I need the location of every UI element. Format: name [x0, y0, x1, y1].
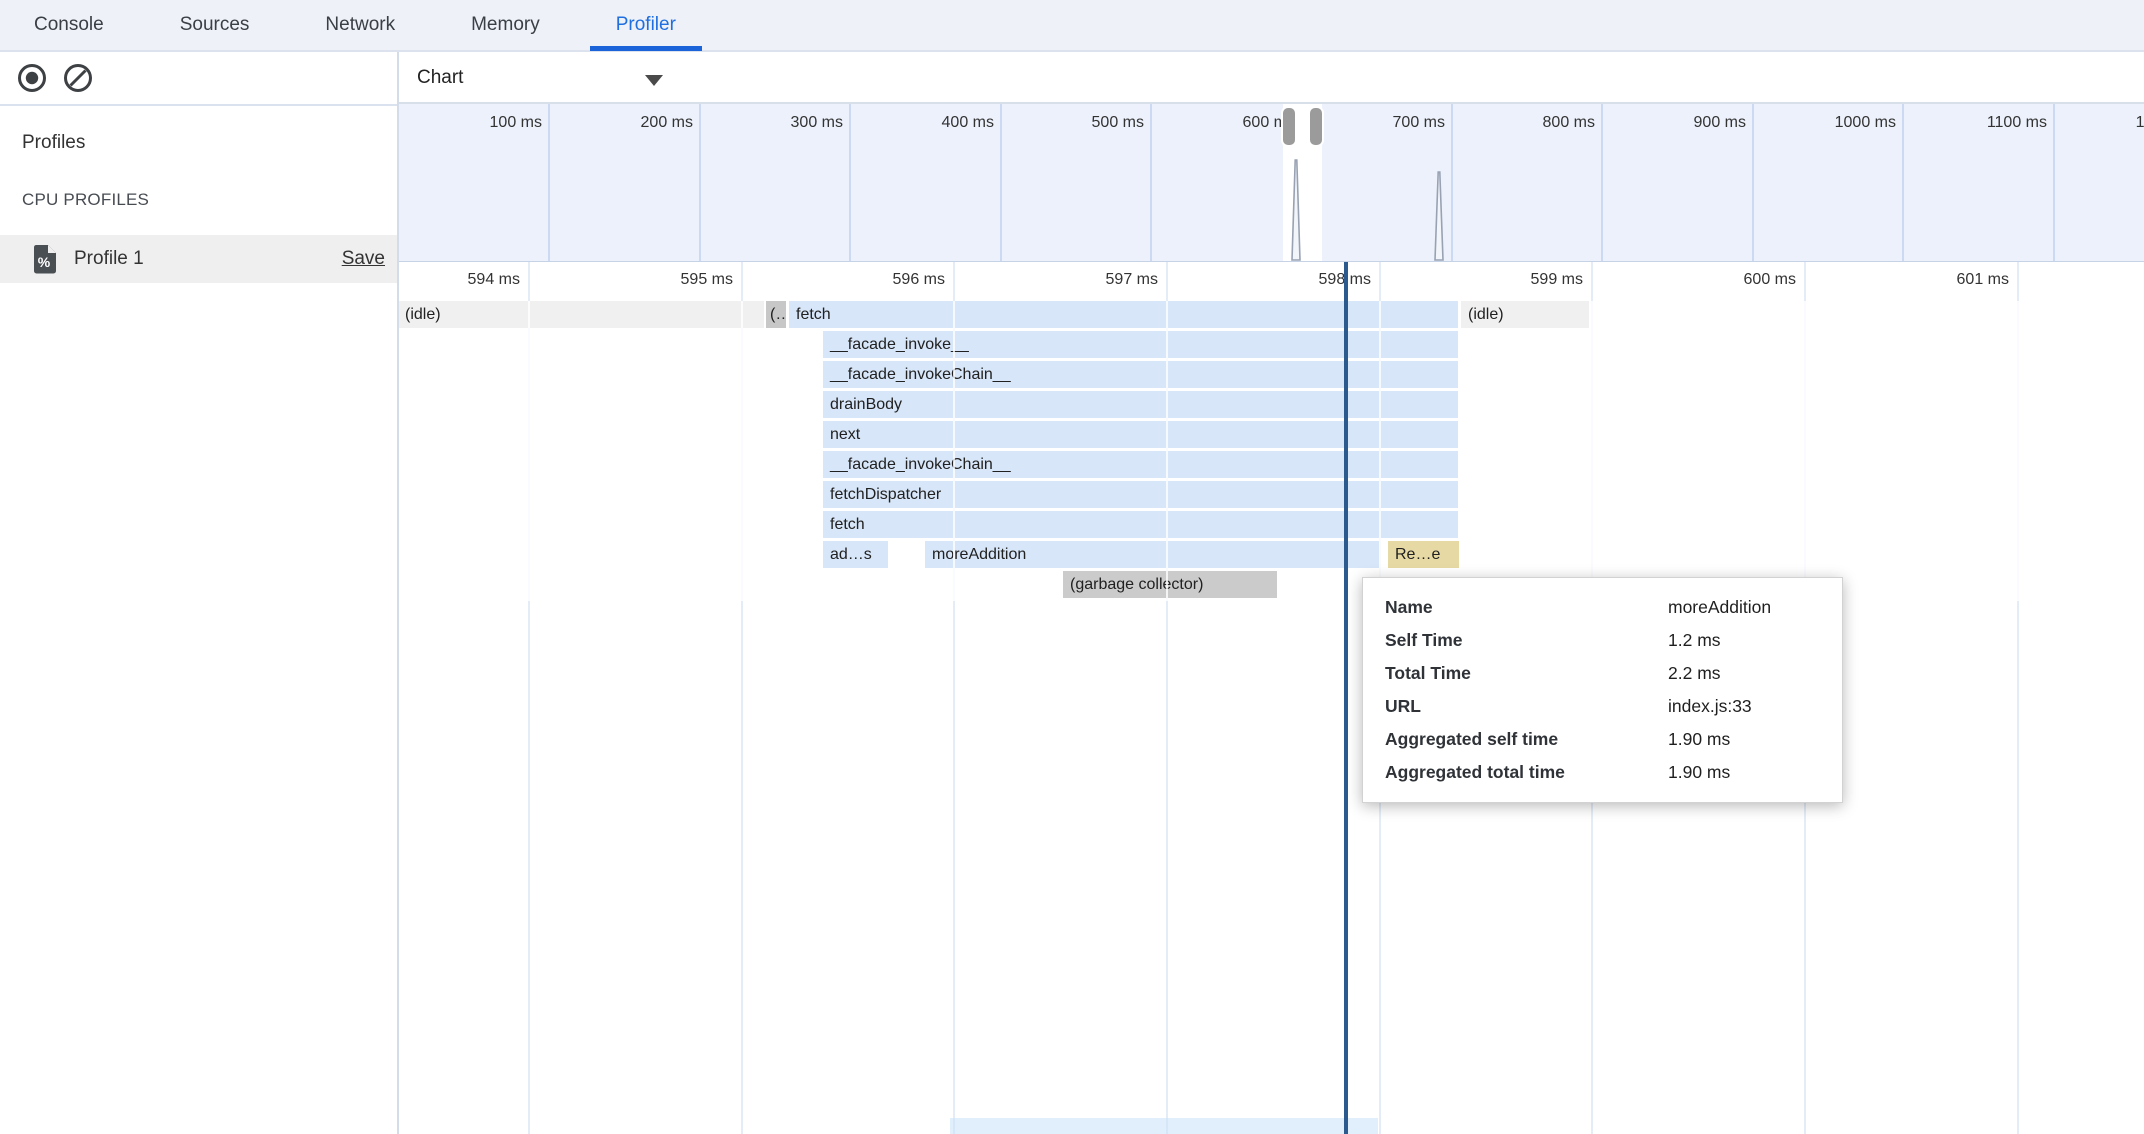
ruler-tick-label: 599 ms: [1423, 266, 1583, 294]
frame-details-tooltip: NamemoreAdditionSelf Time1.2 msTotal Tim…: [1362, 577, 1843, 803]
flame-frame-idle[interactable]: (idle): [399, 301, 764, 328]
flame-frame[interactable]: next: [823, 421, 1458, 448]
save-profile-link[interactable]: Save: [342, 235, 385, 283]
tooltip-value: 2.2 ms: [1668, 657, 1721, 690]
devtools-tab-bar: Console Sources Network Memory Profiler: [0, 0, 2144, 52]
detail-gridline-overlay: [741, 301, 743, 601]
record-icon: [20, 66, 45, 91]
tooltip-row: Self Time 1.2 ms: [1363, 624, 1842, 657]
tooltip-value: 1.90 ms: [1668, 756, 1730, 789]
tab-network[interactable]: Network: [299, 0, 421, 51]
profile-overview-timeline[interactable]: 100 ms200 ms300 ms400 ms500 ms600 ms700 …: [399, 104, 2144, 263]
tooltip-label: URL: [1385, 690, 1421, 723]
flame-frame[interactable]: fetch: [789, 301, 1458, 328]
flame-frame[interactable]: drainBody: [823, 391, 1458, 418]
svg-text:%: %: [38, 254, 51, 270]
tooltip-label: Aggregated total time: [1385, 756, 1565, 789]
detail-gridline-overlay: [1591, 301, 1593, 601]
cpu-profiles-section-header: CPU PROFILES: [22, 190, 149, 210]
tooltip-row: Name moreAddition: [1363, 591, 1842, 624]
flame-frame[interactable]: __facade_invokeChain__: [823, 451, 1458, 478]
flame-frame[interactable]: fetchDispatcher: [823, 481, 1458, 508]
tooltip-value: 1.2 ms: [1668, 624, 1721, 657]
detail-gridline-overlay: [1166, 301, 1168, 601]
detail-gridline-overlay: [1804, 301, 1806, 601]
view-mode-value: Chart: [417, 52, 463, 104]
ruler-tick-label: 600 ms: [1636, 266, 1796, 294]
flame-frame[interactable]: fetch: [823, 511, 1458, 538]
tooltip-value: 1.90 ms: [1668, 723, 1730, 756]
chart-toolbar: Chart: [399, 52, 2144, 104]
selection-handle-right[interactable]: [1310, 108, 1322, 145]
tooltip-label: Name: [1385, 591, 1433, 624]
tooltip-row: Total Time 2.2 ms: [1363, 657, 1842, 690]
tab-console[interactable]: Console: [8, 0, 130, 51]
tab-profiler[interactable]: Profiler: [590, 0, 702, 51]
sidebar-item-profile-1[interactable]: % Profile 1 Save: [0, 235, 397, 283]
tooltip-row: URL index.js:33: [1363, 690, 1842, 723]
flame-frame-gc[interactable]: (garbage collector): [1063, 571, 1277, 598]
profile-document-icon: %: [32, 244, 58, 274]
selected-range-strip: [950, 1118, 1378, 1134]
tooltip-row: Aggregated total time 1.90 ms: [1363, 756, 1842, 789]
ruler-tick-label: 596 ms: [785, 266, 945, 294]
flame-frame[interactable]: __facade_invoke__: [823, 331, 1458, 358]
sidebar-toolbar-divider: [0, 104, 397, 106]
tooltip-value: index.js:33: [1668, 690, 1752, 723]
flame-frame[interactable]: moreAddition: [925, 541, 1379, 568]
tooltip-label: Total Time: [1385, 657, 1471, 690]
tooltip-row: Aggregated self time 1.90 ms: [1363, 723, 1842, 756]
flame-frame-highlight[interactable]: Re…e: [1388, 541, 1459, 568]
record-profile-button[interactable]: [15, 61, 49, 95]
detail-gridline-overlay: [2017, 301, 2019, 601]
view-mode-select[interactable]: Chart: [417, 52, 657, 104]
cpu-activity-spikes: [399, 104, 2144, 261]
clear-icon: [66, 66, 91, 91]
tab-memory[interactable]: Memory: [445, 0, 566, 51]
profiler-controls-row: [0, 52, 397, 104]
selection-handle-left[interactable]: [1283, 108, 1295, 145]
detail-gridline-overlay: [1379, 301, 1381, 601]
profile-name: Profile 1: [74, 235, 144, 283]
ruler-tick-label: 597 ms: [998, 266, 1158, 294]
detail-gridline-overlay: [953, 301, 955, 601]
flame-frame-trunc[interactable]: (…: [766, 301, 786, 328]
tooltip-value: moreAddition: [1668, 591, 1771, 624]
tab-sources[interactable]: Sources: [154, 0, 276, 51]
flame-frame[interactable]: ad…s: [823, 541, 888, 568]
ruler-tick-label: 595 ms: [573, 266, 733, 294]
profiles-header: Profiles: [22, 132, 85, 154]
chevron-down-icon: [645, 75, 663, 86]
ruler-tick-label: 594 ms: [399, 266, 520, 294]
clear-profiles-button[interactable]: [61, 61, 95, 95]
flame-frame[interactable]: __facade_invokeChain__: [823, 361, 1458, 388]
flame-frame-idle[interactable]: (idle): [1461, 301, 1589, 328]
timeline-cursor[interactable]: [1344, 262, 1348, 1134]
flame-chart-area[interactable]: 594 ms595 ms596 ms597 ms598 ms599 ms600 …: [399, 262, 2144, 1134]
tooltip-label: Aggregated self time: [1385, 723, 1558, 756]
detail-gridline-overlay: [528, 301, 530, 601]
tooltip-label: Self Time: [1385, 624, 1463, 657]
ruler-tick-label: 601 ms: [1849, 266, 2009, 294]
